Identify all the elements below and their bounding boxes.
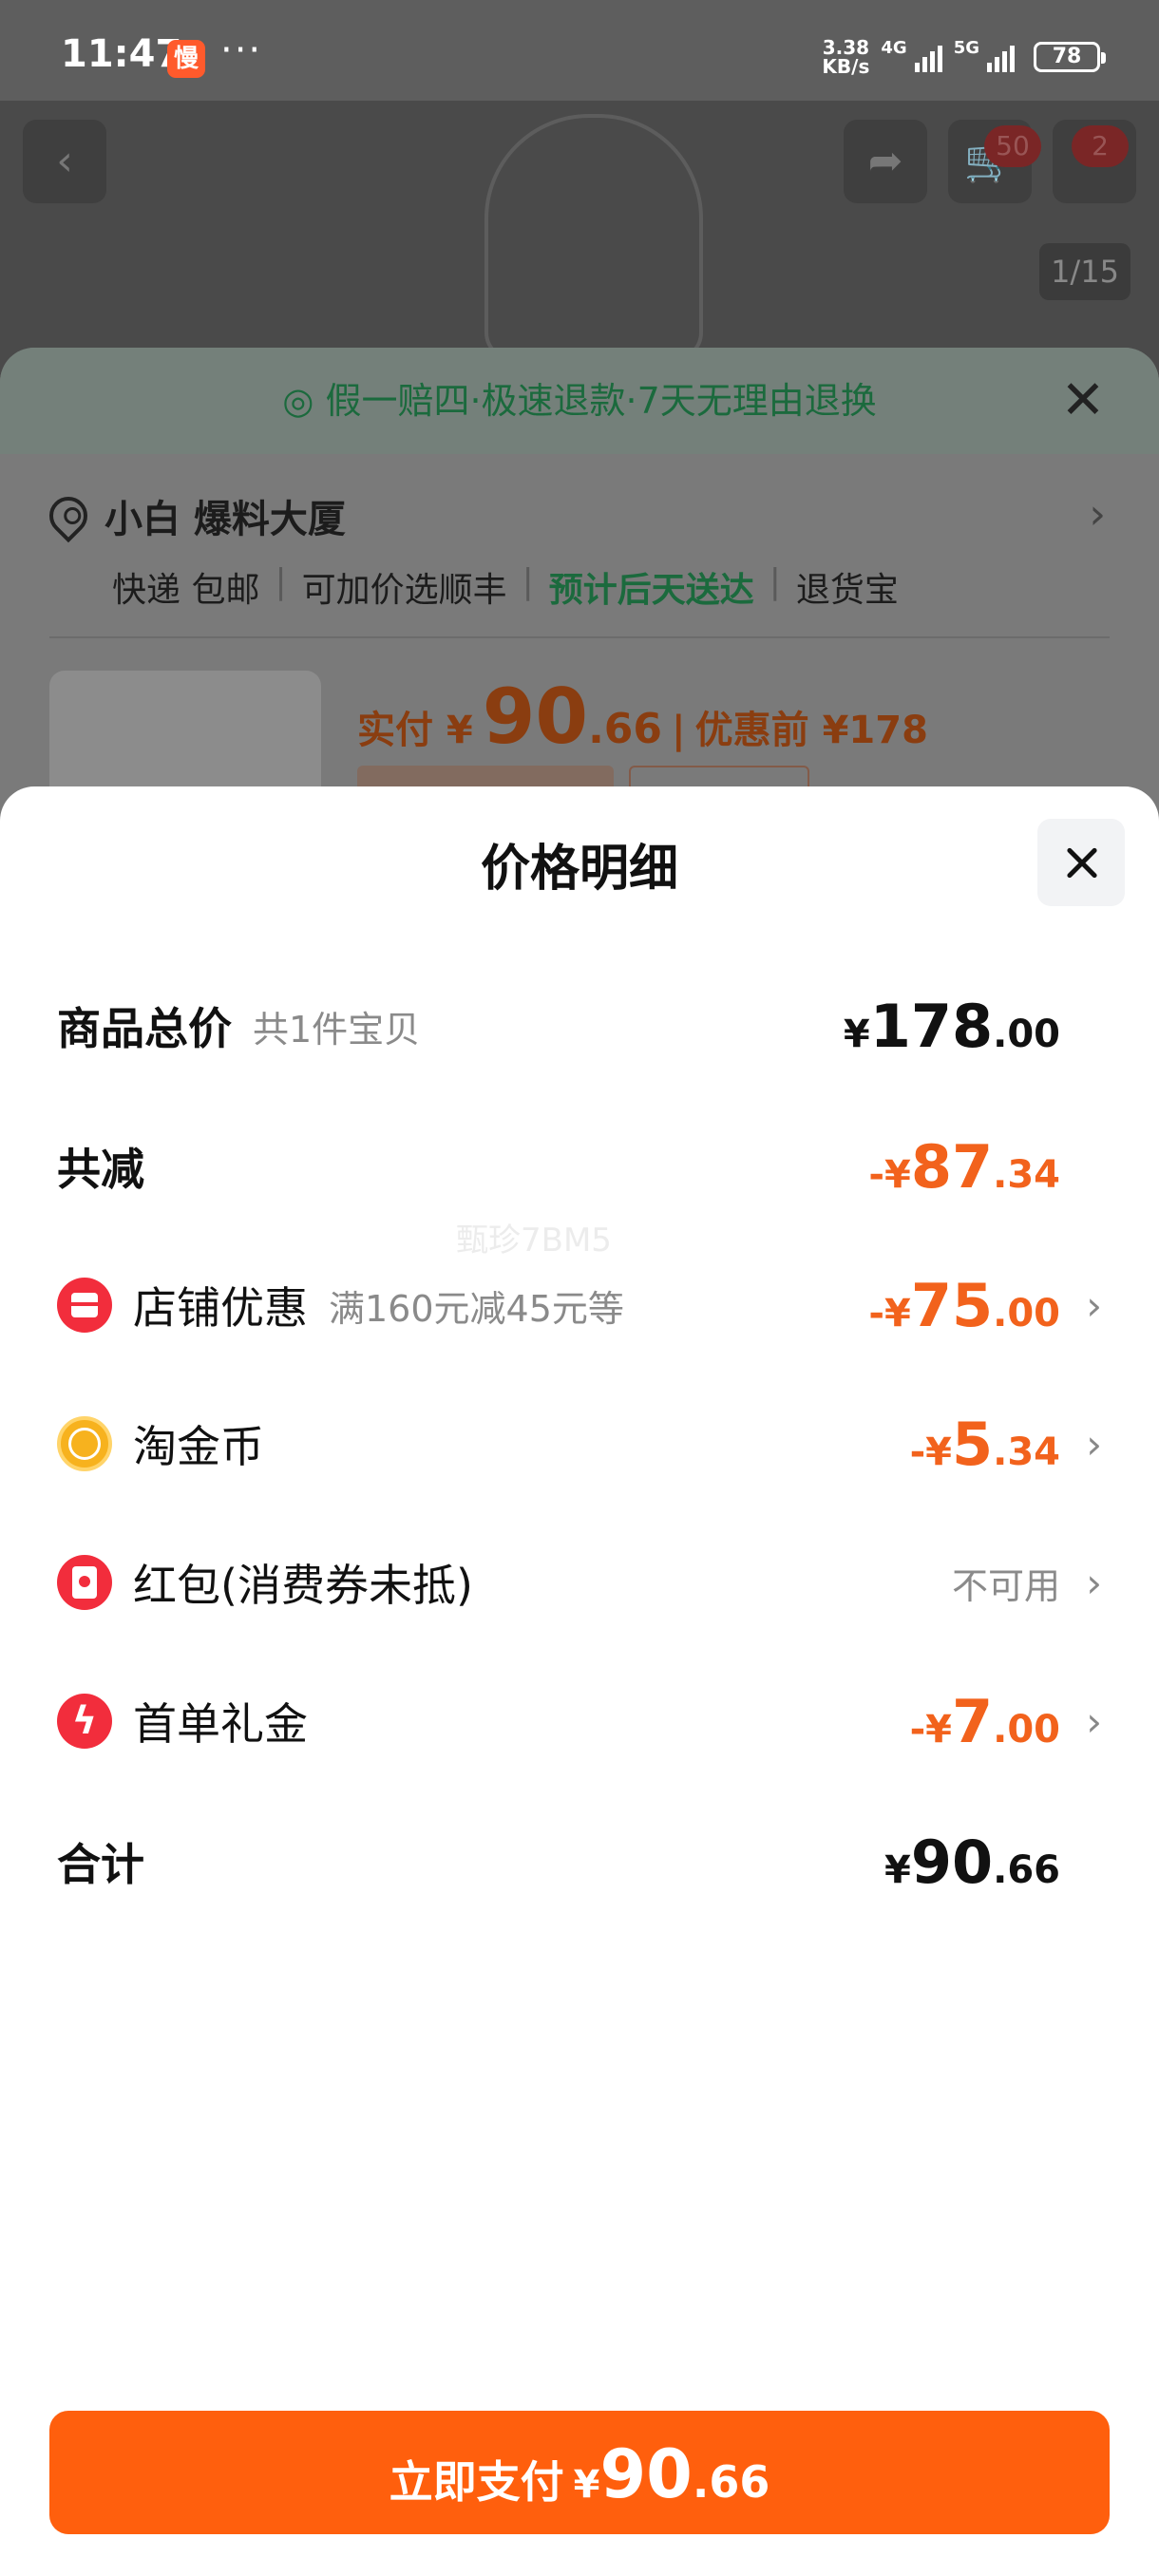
row-red-packet[interactable]: 红包(消费券未抵) 不可用 › [57,1544,1102,1620]
image-counter: 1/15 [1039,243,1130,300]
chevron-right-icon: › [1086,1281,1102,1329]
row-grand-total: 合计 ¥90.66 [57,1827,1060,1897]
amount: -¥ 75.00 [868,1270,1060,1340]
signal-icon [914,42,942,72]
close-button[interactable] [1037,819,1125,906]
watermark: 甄珍7BM5 [456,1222,612,1260]
chevron-right-icon: › [1086,1420,1102,1468]
battery-icon: 78 [1034,42,1106,72]
address-text: 小白 爆料大厦 [104,498,346,541]
shop-icon [57,1278,112,1333]
amount: -¥ 87.34 [868,1131,1060,1202]
row-total-discount: 共减 -¥ 87.34 [57,1131,1060,1202]
divider [49,636,1110,638]
amount: -¥ 7.00 [909,1686,1060,1756]
coin-icon [57,1416,112,1471]
sim2-label: 5G [953,38,979,58]
red-packet-icon [57,1555,112,1610]
order-sheet-close-button[interactable]: ✕ [1054,372,1112,429]
sheet-title: 价格明细 [480,841,678,898]
amount: ¥90.66 [884,1827,1060,1897]
status-bar: 11:47 慢 ··· 3.38 KB/s 4G 5G 78 [0,0,1159,101]
address-row[interactable]: 小白 爆料大厦 [41,488,346,543]
status-indicators: 3.38 KB/s 4G 5G 78 [822,36,1106,78]
location-icon [41,488,96,543]
more-notifications-icon: ··· [220,28,263,72]
product-image [484,114,703,361]
lightning-icon: ϟ [57,1694,112,1749]
row-total-goods: 商品总价 共1件宝贝 ¥178.00 [57,991,1060,1061]
chevron-right-icon: › [1086,1559,1102,1606]
chevron-right-icon: › [1086,1697,1102,1745]
message-count-badge: 2 [1072,125,1129,167]
back-button[interactable]: ‹ [23,120,106,203]
pay-now-button[interactable]: 立即支付 ¥ 90 .66 [49,2411,1110,2534]
row-shop-discount[interactable]: 店铺优惠 满160元减45元等 -¥ 75.00 › [57,1267,1102,1343]
red-packet-status: 不可用 [951,1564,1060,1607]
shield-icon: ◎ [282,380,326,422]
guarantee-banner: ◎ 假一赔四·极速退款·7天无理由退换 [0,348,1159,454]
amount: ¥178.00 [843,991,1060,1061]
signal-icon [987,42,1015,72]
app-notification-icon: 慢 [167,40,205,78]
row-taobao-coins[interactable]: 淘金币 -¥ 5.34 › [57,1406,1102,1482]
share-button[interactable]: ➦ [844,120,927,203]
network-speed: 3.38 KB/s [822,36,870,78]
row-first-order-gift[interactable]: ϟ 首单礼金 -¥ 7.00 › [57,1683,1102,1759]
price-before-discount: 优惠前 ¥178 [694,709,928,752]
cart-count-badge: 50 [984,125,1041,167]
clock: 11:47 [61,32,182,76]
amount: -¥ 5.34 [909,1409,1060,1479]
sim1-label: 4G [881,38,907,58]
chevron-right-icon: › [1089,490,1106,539]
shipping-info: 快递 包邮 | 可加价选顺丰 | 预计后天送达 | 退货宝 [112,562,899,610]
actual-price: 实付 ¥ 90.66 | 优惠前 ¥178 [357,672,928,761]
